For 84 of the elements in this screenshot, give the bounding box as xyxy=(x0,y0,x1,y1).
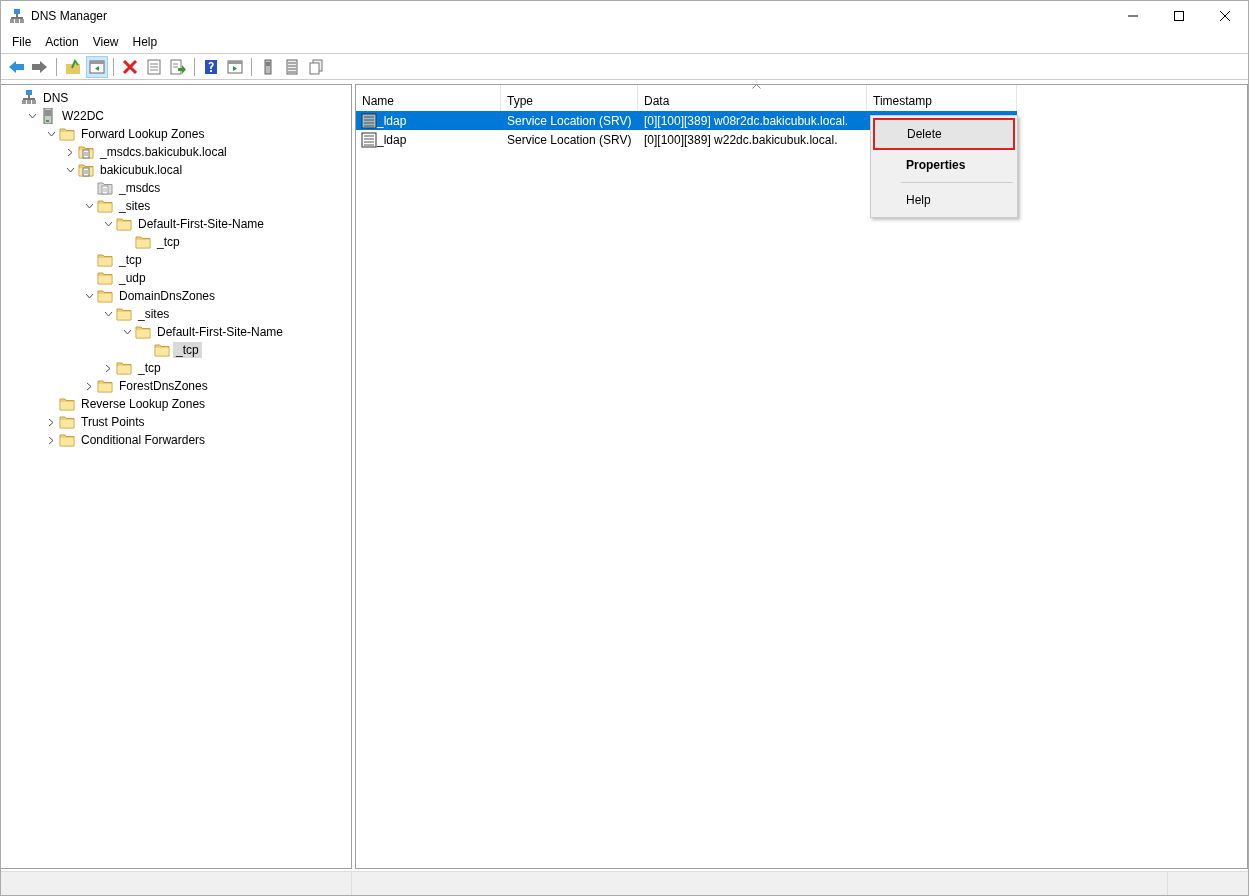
tree-item[interactable]: _tcp xyxy=(116,252,145,268)
close-icon xyxy=(1220,11,1230,21)
menu-item[interactable]: View xyxy=(85,31,126,53)
zone-icon xyxy=(97,180,113,196)
tree-item[interactable]: _tcp xyxy=(154,234,183,250)
tree-item[interactable]: ForestDnsZones xyxy=(116,378,211,394)
chevron-down-icon[interactable] xyxy=(65,167,75,173)
list-cell-text: _ldap xyxy=(377,112,407,130)
server-icon xyxy=(40,108,56,124)
network-icon xyxy=(9,8,25,25)
tree-item[interactable]: DomainDnsZones xyxy=(116,288,219,304)
chevron-down-icon[interactable] xyxy=(27,113,37,119)
list-cell-text: [0][100][389] w22dc.bakicubuk.local. xyxy=(644,131,838,149)
folder-icon xyxy=(59,432,75,448)
chevron-down-icon[interactable] xyxy=(122,329,132,335)
menu-item[interactable]: File xyxy=(5,31,39,53)
tree-item[interactable]: Default-First-Site-Name xyxy=(154,324,287,340)
folder-icon xyxy=(135,234,151,250)
properties-icon xyxy=(146,58,162,75)
folder-icon xyxy=(59,126,75,142)
folder-icon xyxy=(116,306,132,322)
maximize-icon xyxy=(1174,11,1184,21)
chevron-right-icon[interactable] xyxy=(67,147,73,157)
tree-item[interactable]: _msdcs xyxy=(116,180,164,196)
tree-item[interactable]: W22DC xyxy=(59,108,107,124)
folder-icon xyxy=(97,288,113,304)
list-row[interactable]: _ldap Service Location (SRV) [0][100][389] w22dc.bakicubuk.local. xyxy=(356,130,867,149)
tree-item[interactable]: _udp xyxy=(116,270,149,286)
tree-item[interactable]: Default-First-Site-Name xyxy=(135,216,268,232)
chevron-down-icon[interactable] xyxy=(103,221,113,227)
record-icon xyxy=(361,131,377,148)
folder-icon xyxy=(97,378,113,394)
back-arrow-icon xyxy=(8,58,24,75)
folder-up-icon xyxy=(65,58,81,75)
tree-item[interactable]: _sites xyxy=(135,306,173,322)
pane-icon xyxy=(227,58,243,75)
tree-item[interactable]: _msdcs.bakicubuk.local xyxy=(97,144,230,160)
chevron-down-icon[interactable] xyxy=(103,311,113,317)
tree-item[interactable]: Reverse Lookup Zones xyxy=(78,396,209,412)
chevron-down-icon[interactable] xyxy=(46,131,56,137)
tree-item[interactable]: DNS xyxy=(40,90,72,106)
folder-icon xyxy=(59,396,75,412)
record-icon xyxy=(361,112,377,129)
list-cell-text: Service Location (SRV) xyxy=(507,112,632,130)
help-icon xyxy=(203,58,219,75)
tree-item[interactable]: Trust Points xyxy=(78,414,148,430)
folder-icon xyxy=(97,198,113,214)
folder-icon xyxy=(97,270,113,286)
chevron-down-icon[interactable] xyxy=(84,293,94,299)
list-cell-text: _ldap xyxy=(377,131,407,149)
menu-item[interactable]: Action xyxy=(38,31,86,53)
delete-icon xyxy=(122,58,138,75)
copy-icon xyxy=(308,58,324,75)
list-cell-text: [0][100][389] w08r2dc.bakicubuk.local. xyxy=(644,112,849,130)
forward-arrow-icon xyxy=(32,58,48,75)
list-icon xyxy=(284,58,300,75)
chevron-right-icon[interactable] xyxy=(48,435,54,445)
folder-icon xyxy=(59,414,75,430)
menu-item[interactable]: Properties xyxy=(873,150,1015,180)
network-icon xyxy=(21,90,37,106)
chevron-right-icon[interactable] xyxy=(86,381,92,391)
window-title: DNS Manager xyxy=(31,8,108,25)
zone-icon xyxy=(78,144,94,160)
tree-item[interactable]: _sites xyxy=(116,198,154,214)
tree-item[interactable]: Forward Lookup Zones xyxy=(78,126,208,142)
menu-item[interactable]: Delete xyxy=(873,118,1015,150)
tree-item[interactable]: Conditional Forwarders xyxy=(78,432,209,448)
tree-item[interactable]: _tcp xyxy=(135,360,164,376)
list-cell-text: Service Location (SRV) xyxy=(507,131,632,149)
folder-icon xyxy=(116,360,132,376)
tree-item[interactable]: bakicubuk.local xyxy=(97,162,186,178)
pane-icon xyxy=(89,58,105,75)
export-icon xyxy=(170,58,186,75)
folder-icon xyxy=(116,216,132,232)
folder-icon xyxy=(154,342,170,358)
chevron-down-icon[interactable] xyxy=(84,203,94,209)
folder-icon xyxy=(135,324,151,340)
chevron-right-icon[interactable] xyxy=(105,363,111,373)
folder-icon xyxy=(97,252,113,268)
tree-item[interactable]: _tcp xyxy=(173,342,202,358)
zone-icon xyxy=(78,162,94,178)
chevron-right-icon[interactable] xyxy=(48,417,54,427)
menu-item[interactable]: Help xyxy=(125,31,165,53)
menu-item[interactable]: Help xyxy=(873,185,1015,215)
